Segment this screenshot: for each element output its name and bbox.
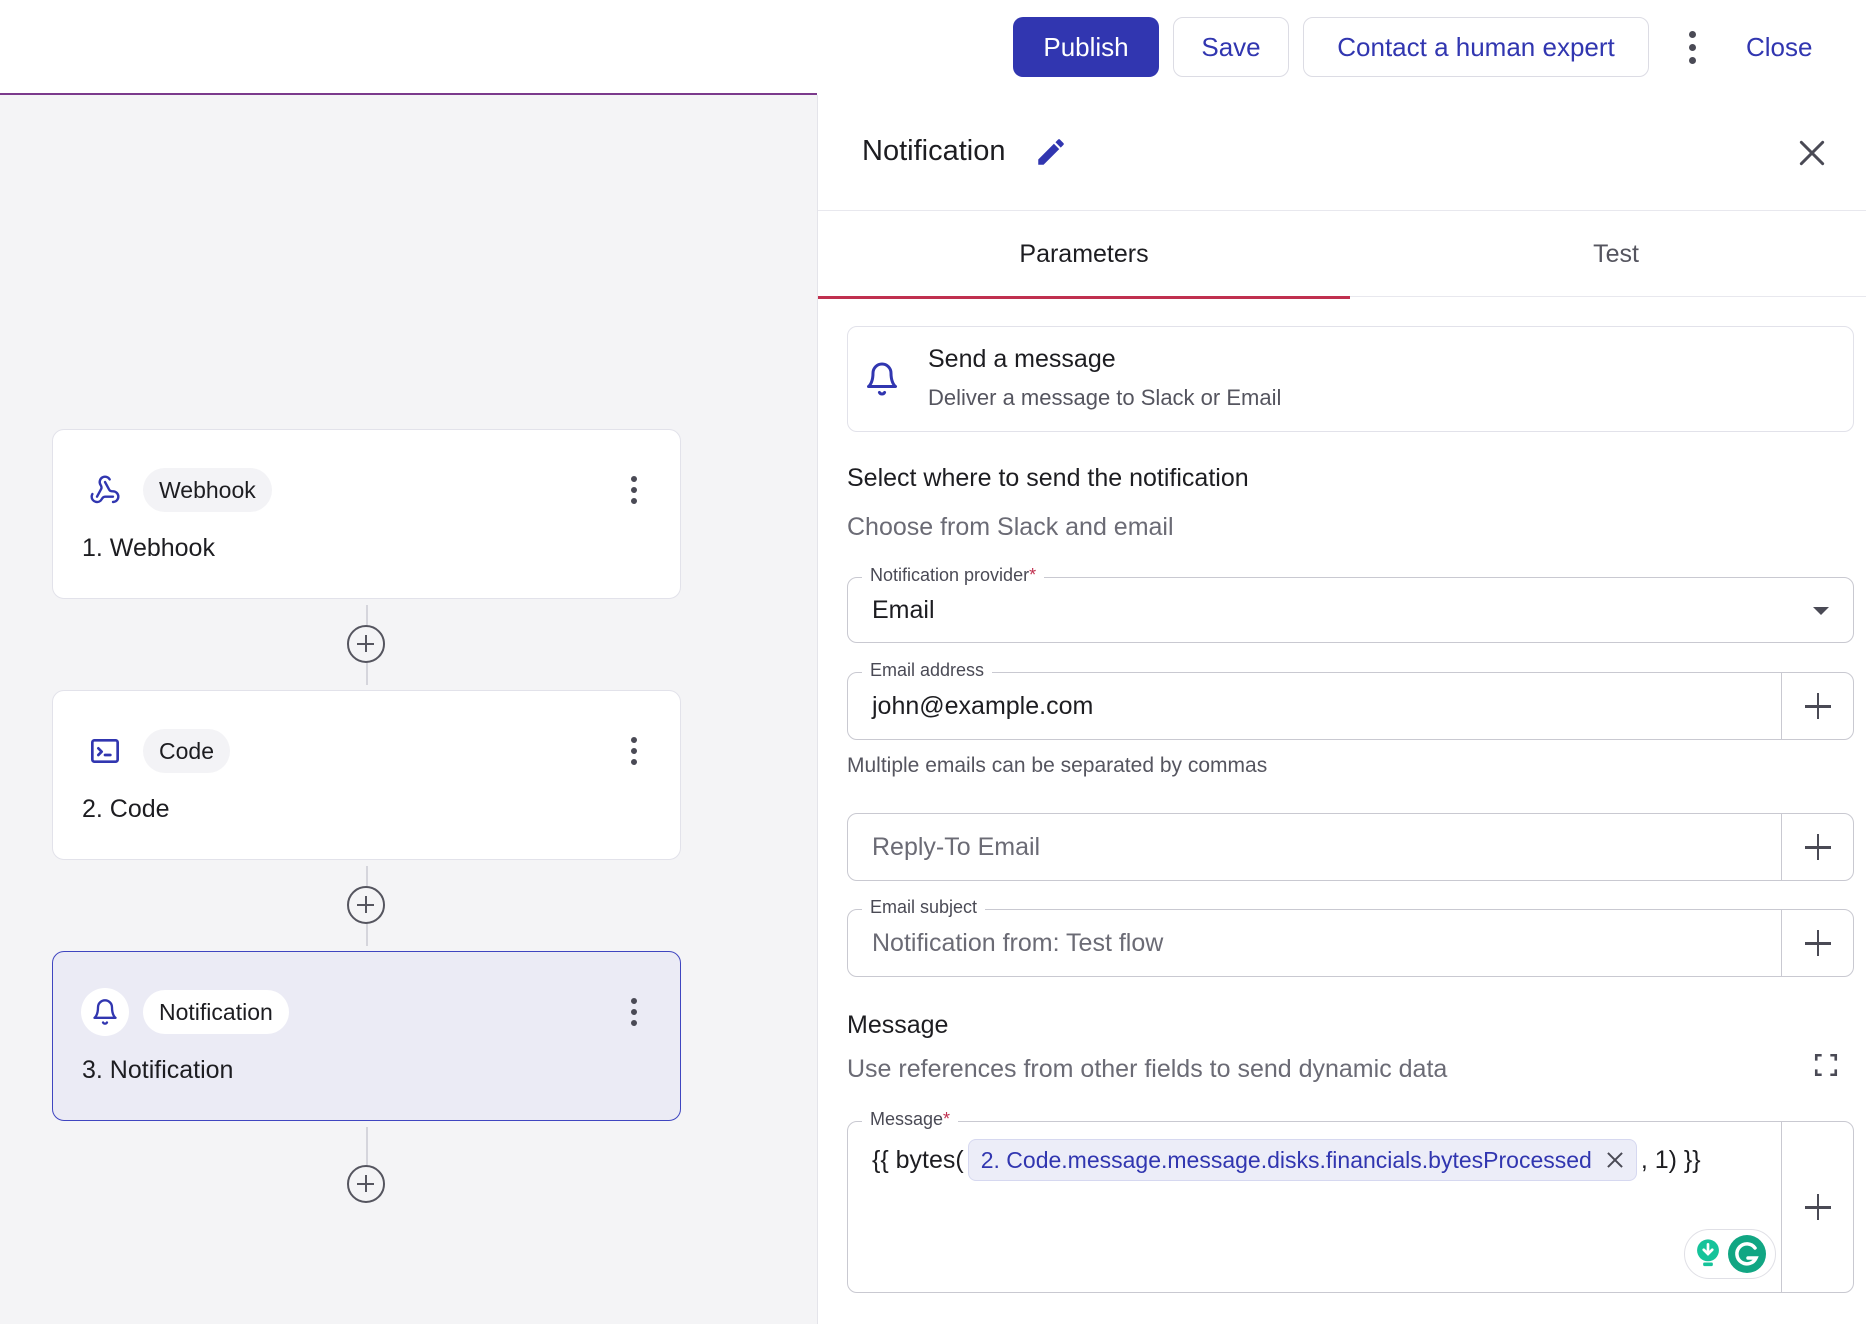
flow-node-code[interactable]: Code 2. Code — [52, 690, 681, 860]
message-prefix: {{ bytes( — [872, 1145, 964, 1174]
destination-heading: Select where to send the notification — [847, 464, 1249, 492]
panel-title: Notification — [862, 135, 1006, 167]
notification-provider-select[interactable]: Notification provider* Email — [847, 565, 1854, 643]
flow-node-webhook[interactable]: Webhook 1. Webhook — [52, 429, 681, 599]
field-label: Notification provider* — [862, 565, 1045, 586]
tab-parameters[interactable]: Parameters — [818, 211, 1350, 299]
lightbulb-icon — [1697, 1239, 1719, 1267]
panel-header: Notification — [818, 95, 1866, 211]
remove-reference-icon[interactable] — [1606, 1151, 1624, 1169]
field-label: Message* — [862, 1109, 959, 1130]
chevron-down-icon[interactable] — [1813, 607, 1829, 615]
close-icon[interactable] — [1796, 137, 1828, 169]
message-subheading: Use references from other fields to send… — [847, 1055, 1448, 1083]
step-settings-panel: Notification Parameters Test Send a mess… — [817, 95, 1866, 1324]
plus-icon — [1804, 693, 1831, 719]
node-menu-icon[interactable] — [619, 731, 649, 771]
field-label: Email address — [862, 660, 993, 681]
more-options-icon[interactable] — [1676, 20, 1708, 74]
action-card[interactable]: Send a message Deliver a message to Slac… — [847, 326, 1854, 432]
reference-label: 2. Code.message.message.disks.financials… — [980, 1146, 1592, 1173]
node-type-chip: Code — [143, 729, 230, 773]
plus-icon — [1804, 930, 1831, 956]
reply-to-email-field[interactable]: Reply-To Email — [847, 813, 1854, 881]
node-title: 2. Code — [82, 795, 170, 823]
email-value[interactable]: john@example.com — [872, 692, 1093, 721]
add-step-icon[interactable] — [347, 1165, 385, 1203]
email-helper-text: Multiple emails can be separated by comm… — [847, 754, 1268, 777]
node-type-chip: Webhook — [143, 468, 272, 512]
add-reference-button[interactable] — [1781, 910, 1853, 976]
add-reference-button[interactable] — [1781, 1122, 1853, 1292]
panel-tabs: Parameters Test — [818, 211, 1866, 299]
top-bar: Publish Save Contact a human expert Clos… — [0, 0, 1866, 95]
reply-to-placeholder[interactable]: Reply-To Email — [872, 833, 1040, 862]
field-label: Email subject — [862, 897, 986, 918]
node-title: 1. Webhook — [82, 534, 215, 562]
flow-node-notification[interactable]: Notification 3. Notification — [52, 951, 681, 1121]
grammarly-icon — [1728, 1235, 1766, 1273]
add-step-icon[interactable] — [347, 886, 385, 924]
email-subject-field[interactable]: Email subject Notification from: Test fl… — [847, 897, 1854, 977]
contact-expert-button[interactable]: Contact a human expert — [1303, 17, 1649, 77]
reference-chip[interactable]: 2. Code.message.message.disks.financials… — [967, 1139, 1637, 1181]
add-reference-button[interactable] — [1781, 673, 1853, 739]
publish-button[interactable]: Publish — [1013, 17, 1159, 77]
webhook-icon — [81, 466, 129, 514]
message-editor[interactable]: {{ bytes( 2. Code.message.message.disks.… — [872, 1136, 1701, 1184]
action-subtitle: Deliver a message to Slack or Email — [928, 385, 1282, 410]
close-button[interactable]: Close — [1746, 17, 1812, 77]
tab-test[interactable]: Test — [1350, 211, 1866, 297]
edit-pencil-icon[interactable] — [1034, 135, 1068, 169]
bell-icon — [867, 362, 897, 396]
add-reference-button[interactable] — [1781, 814, 1853, 880]
message-heading: Message — [847, 1011, 949, 1039]
provider-value: Email — [872, 596, 935, 624]
terminal-icon — [81, 727, 129, 775]
node-type-chip: Notification — [143, 990, 289, 1034]
email-address-field[interactable]: Email address john@example.com — [847, 660, 1854, 740]
plus-icon — [1804, 1194, 1831, 1220]
fullscreen-icon[interactable] — [1813, 1052, 1839, 1078]
node-menu-icon[interactable] — [619, 992, 649, 1032]
subject-placeholder[interactable]: Notification from: Test flow — [872, 929, 1163, 958]
destination-subheading: Choose from Slack and email — [847, 513, 1174, 541]
node-menu-icon[interactable] — [619, 470, 649, 510]
flow-canvas[interactable]: Webhook 1. Webhook Code 2. Code Notifica… — [0, 95, 817, 1324]
grammarly-widget[interactable] — [1684, 1229, 1776, 1279]
node-title: 3. Notification — [82, 1056, 234, 1084]
add-step-icon[interactable] — [347, 625, 385, 663]
save-button[interactable]: Save — [1173, 17, 1289, 77]
message-suffix: , 1) }} — [1640, 1145, 1701, 1174]
bell-icon — [81, 988, 129, 1036]
plus-icon — [1804, 834, 1831, 860]
action-title: Send a message — [928, 345, 1116, 373]
